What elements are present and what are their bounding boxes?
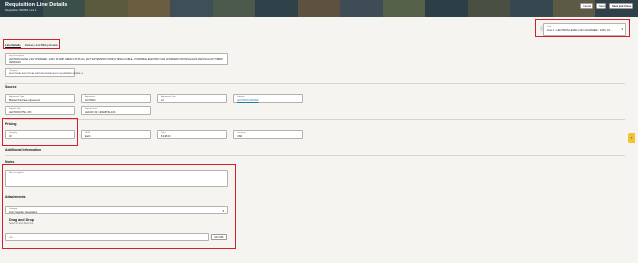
category-field[interactable]: Category ELECTRICAL ELECTRICAL SUPPLIES … — [5, 68, 83, 77]
save-button[interactable]: Save — [596, 3, 606, 9]
save-and-close-button[interactable]: Save and Close — [609, 3, 633, 9]
tab-delivery-billing[interactable]: Delivery and Billing Details — [25, 42, 58, 48]
header-banner-band — [212, 0, 256, 17]
tab-bar: Line Details Delivery and Billing Detail… — [5, 42, 58, 48]
uom-value: Each — [85, 135, 91, 139]
supplier-site-field[interactable]: Supplier Site LECTRON PTE. LTD — [5, 106, 75, 115]
header-banner-band — [255, 0, 298, 17]
agreement-field[interactable]: Agreement AGTH412 — [81, 94, 151, 103]
quantity-value: 10 — [9, 135, 12, 139]
header-banner-band — [425, 0, 468, 17]
uom-field[interactable]: UOM Each — [81, 130, 151, 139]
supplier-site-value: LECTRON PTE. LTD — [9, 111, 32, 115]
line-selector-value: Line 1 - LECTRON LEVEL 2 EV CHARGER - 12… — [547, 29, 613, 32]
agreement-type-label: Agreement Type — [9, 96, 25, 99]
agreement-label: Agreement — [85, 96, 96, 99]
agreement-line-label: Agreement Line — [161, 96, 176, 99]
price-value: $ 448.00 — [161, 135, 171, 139]
supplier-item-value: LEC24V 32 / 40AMP BLACK — [85, 111, 116, 115]
attachment-category-select[interactable]: Category From Supplier: Requisition ▾ — [5, 206, 228, 214]
chevron-down-icon: ▾ — [621, 27, 623, 31]
supplier-item-field[interactable]: Supplier Item LEC24V 32 / 40AMP BLACK — [81, 106, 151, 115]
header-banner-band — [340, 0, 383, 17]
drag-drop-subtitle[interactable]: Select or drop files here. — [9, 223, 34, 225]
agreement-type-value: Blanket Purchase Agreement — [9, 99, 40, 103]
item-description-field[interactable]: Item Description LECTRON LEVEL 2 EV CHAR… — [5, 53, 228, 65]
price-field[interactable]: Price $ 448.00 — [157, 130, 227, 139]
attachment-category-value: From Supplier: Requisition — [9, 210, 38, 214]
line-selector[interactable]: Line Line 1 - LECTRON LEVEL 2 EV CHARGER… — [543, 23, 626, 36]
category-value: ELECTRICAL ELECTRICAL SUPPLIES WORKS EQ … — [9, 73, 83, 76]
item-description-label: Item Description — [9, 55, 25, 58]
tab-line-details[interactable]: Line Details — [5, 42, 21, 48]
price-label: Price — [161, 132, 166, 135]
agreement-line-value: 10 — [161, 99, 164, 103]
header-banner-band — [382, 0, 426, 17]
note-to-supplier-input[interactable]: Note to supplier — [5, 170, 228, 187]
drag-drop-title: Drag and Drop — [9, 218, 34, 222]
pricing-section-title: Pricing — [5, 122, 17, 126]
supplier-site-label: Supplier Site — [9, 108, 21, 111]
supplier-item-label: Supplier Item — [85, 108, 98, 111]
agreement-value: AGTH412 — [85, 99, 96, 103]
supplier-link[interactable]: LECTRON LIMITED — [237, 99, 259, 102]
line-selector-label: Line — [547, 25, 552, 28]
supplier-field[interactable]: Supplier LECTRON LIMITED — [233, 94, 303, 103]
header-banner-band — [510, 0, 553, 17]
cancel-button[interactable]: Cancel — [580, 3, 593, 9]
quantity-field[interactable]: Quantity 10 — [5, 130, 75, 139]
supplier-label: Supplier — [237, 96, 245, 99]
source-section-title: Source — [5, 85, 17, 89]
url-input[interactable]: URL — [5, 233, 209, 241]
help-icon[interactable]: ? — [628, 133, 635, 143]
notes-section-title: Notes — [5, 160, 15, 164]
add-url-button[interactable]: Add URL — [211, 234, 227, 240]
item-description-value: LECTRON LEVEL 2 EV CHARGER - 240V, 32 AM… — [9, 58, 223, 65]
agreement-line-field[interactable]: Agreement Line 10 — [157, 94, 227, 103]
page-title: Requisition Line Details — [5, 2, 68, 8]
page-subtitle: Requisition: 000456, Line 1 — [5, 9, 37, 12]
currency-field[interactable]: Currency USD — [233, 130, 303, 139]
header-banner-band — [467, 0, 511, 17]
chevron-down-icon: ▾ — [222, 209, 224, 213]
attachments-section-title: Attachments — [5, 195, 26, 199]
uom-label: UOM — [85, 132, 90, 135]
header-banner — [0, 0, 638, 17]
note-to-supplier-label: Note to supplier — [9, 172, 24, 175]
url-label: URL — [9, 236, 14, 239]
header-banner-band — [127, 0, 171, 17]
currency-value: USD — [237, 135, 243, 139]
header-banner-band — [297, 0, 341, 17]
category-label: Category — [9, 70, 18, 73]
page-header: Requisition Line Details Requisition: 00… — [0, 0, 638, 17]
agreement-type-field[interactable]: Agreement Type Blanket Purchase Agreemen… — [5, 94, 75, 103]
currency-label: Currency — [237, 132, 246, 135]
additional-info-section-title: Additional Information — [5, 148, 42, 152]
header-banner-band — [170, 0, 213, 17]
header-banner-band — [85, 0, 128, 17]
quantity-label: Quantity — [9, 132, 17, 135]
